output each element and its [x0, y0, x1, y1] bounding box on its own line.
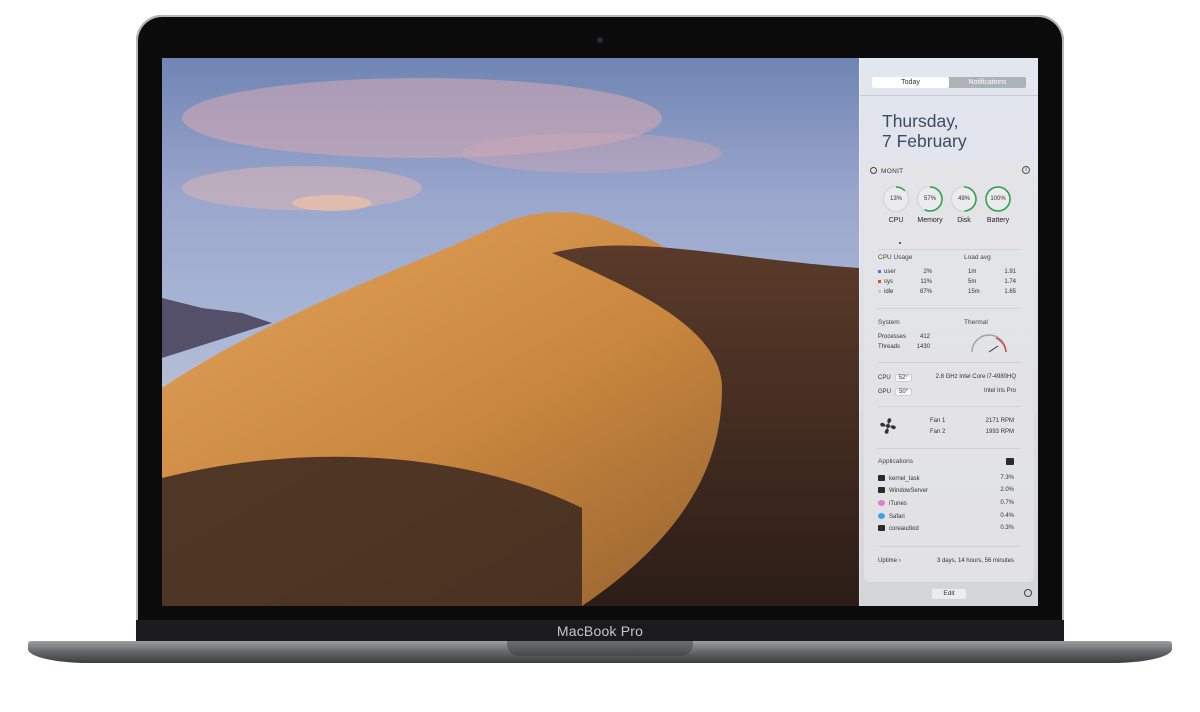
gauge-label: Battery: [986, 217, 1010, 224]
cpu-temp-chip: 52°: [894, 374, 912, 382]
gauge-memory[interactable]: 57% Memory: [913, 186, 947, 224]
safari-icon: [878, 513, 885, 519]
page-indicator-dot: [899, 242, 901, 244]
app-value: 0.4%: [1000, 513, 1014, 519]
app-value: 0.7%: [1000, 500, 1014, 506]
divider: [878, 249, 1020, 250]
cpu-user-label: user: [878, 269, 896, 275]
widget-title: MONIT: [881, 168, 904, 175]
brand-label: MacBook Pro: [556, 623, 644, 639]
app-row[interactable]: coreaudiod: [878, 525, 919, 532]
divider: [878, 308, 1020, 309]
gauge-label: Disk: [957, 217, 971, 224]
load-5m-value: 1.74: [1004, 279, 1016, 285]
user-swatch: [878, 269, 881, 273]
monit-widget: MONIT i 13% CPU 57% Memory 49% Disk 100%: [864, 162, 1034, 582]
gauge-cpu[interactable]: 13% CPU: [879, 186, 913, 224]
gpu-model: Intel Iris Pro: [983, 388, 1016, 394]
load-5m-label: 5m: [968, 279, 977, 285]
fan1-value: 2171 RPM: [985, 418, 1014, 424]
app-row[interactable]: kernel_task: [878, 475, 920, 482]
cpu-idle-value: 87%: [919, 289, 932, 295]
uptime-link[interactable]: Uptime ›: [878, 558, 901, 564]
sys-swatch: [878, 279, 881, 283]
cpu-sensor-row: CPU 52°: [878, 374, 916, 382]
divider: [878, 546, 1020, 547]
divider: [860, 95, 1038, 96]
app-value: 7.3%: [1000, 475, 1014, 481]
divider: [878, 406, 1020, 407]
gauge-value: 57%: [923, 196, 936, 202]
date-heading: Thursday, 7 February: [882, 111, 967, 151]
cpu-sys-label: sys: [878, 279, 893, 285]
uptime-value: 3 days, 14 hours, 56 minutes: [936, 558, 1014, 564]
processes-value: 412: [919, 334, 930, 340]
gauge-value: 100%: [990, 196, 1006, 202]
system-title: System: [878, 319, 900, 326]
gauge-label: Memory: [917, 217, 943, 224]
gauge-disk[interactable]: 49% Disk: [947, 186, 981, 224]
fan2-value: 1993 RPM: [985, 429, 1014, 435]
date-day-month: 7 February: [882, 131, 967, 151]
gauge-ring: 49%: [951, 186, 977, 212]
tab-notifications[interactable]: Notifications: [949, 77, 1026, 88]
activity-monitor-icon[interactable]: [1006, 458, 1014, 465]
load-avg-title: Load avg: [964, 254, 991, 261]
threads-label: Threads: [878, 344, 901, 350]
fan-icon: [880, 418, 896, 434]
cpu-user-value: 2%: [923, 269, 932, 275]
gauge-ring: 13%: [883, 186, 909, 212]
gear-icon[interactable]: [1024, 589, 1032, 597]
load-15m-label: 15m: [968, 289, 980, 295]
tab-today[interactable]: Today: [872, 77, 949, 88]
gauge-ring: 100%: [985, 186, 1011, 212]
cpu-usage-title: CPU Usage: [878, 254, 913, 261]
edit-button[interactable]: Edit: [932, 589, 966, 599]
gauge-battery[interactable]: 100% Battery: [981, 186, 1015, 224]
gauge-ring: 57%: [917, 186, 943, 212]
widget-header: MONIT i: [870, 166, 1030, 178]
threads-value: 1430: [916, 344, 930, 350]
screen: Today Notifications Thursday, 7 February…: [162, 58, 1038, 606]
cpu-idle-label: idle: [878, 289, 893, 295]
load-15m-value: 1.65: [1004, 289, 1016, 295]
date-weekday: Thursday,: [882, 111, 959, 131]
divider: [878, 362, 1020, 363]
fan2-label: Fan 2: [930, 429, 946, 435]
terminal-icon: [878, 525, 885, 531]
fan1-label: Fan 1: [930, 418, 946, 424]
gauge-value: 13%: [889, 196, 902, 202]
load-1m-value: 1.91: [1004, 269, 1016, 275]
app-value: 0.3%: [1000, 525, 1014, 531]
gauge-value: 49%: [957, 196, 970, 202]
divider: [878, 448, 1020, 449]
gauge-label: CPU: [888, 217, 904, 224]
thermal-title: Thermal: [964, 319, 988, 326]
camera-icon: [597, 37, 603, 43]
terminal-icon: [878, 475, 885, 481]
app-row[interactable]: WindowServer: [878, 487, 928, 494]
lid-opening-notch: [507, 641, 693, 656]
itunes-icon: [878, 500, 885, 506]
processes-label: Processes: [878, 334, 907, 340]
terminal-icon: [878, 487, 885, 493]
applications-title: Applications: [878, 458, 914, 465]
gpu-temp-chip: 50°: [895, 388, 913, 396]
app-value: 2.0%: [1000, 487, 1014, 493]
cpu-model: 2.8 GHz Intel Core i7-4980HQ: [935, 374, 1016, 380]
monit-app-icon: [870, 167, 877, 174]
app-row[interactable]: iTunes: [878, 500, 907, 507]
gpu-sensor-row: GPU 50°: [878, 388, 916, 396]
info-icon[interactable]: i: [1022, 166, 1030, 174]
notification-center-panel: Today Notifications Thursday, 7 February…: [859, 58, 1038, 606]
idle-swatch: [878, 289, 881, 293]
notification-center-footer: Edit: [860, 584, 1038, 606]
load-1m-label: 1m: [968, 269, 977, 275]
app-row[interactable]: Safari: [878, 513, 905, 520]
chevron-right-icon: ›: [898, 558, 901, 564]
cpu-sys-value: 11%: [920, 279, 932, 285]
thermal-gauge: [971, 334, 1007, 353]
today-notifications-segmented-control: Today Notifications: [872, 77, 1026, 88]
